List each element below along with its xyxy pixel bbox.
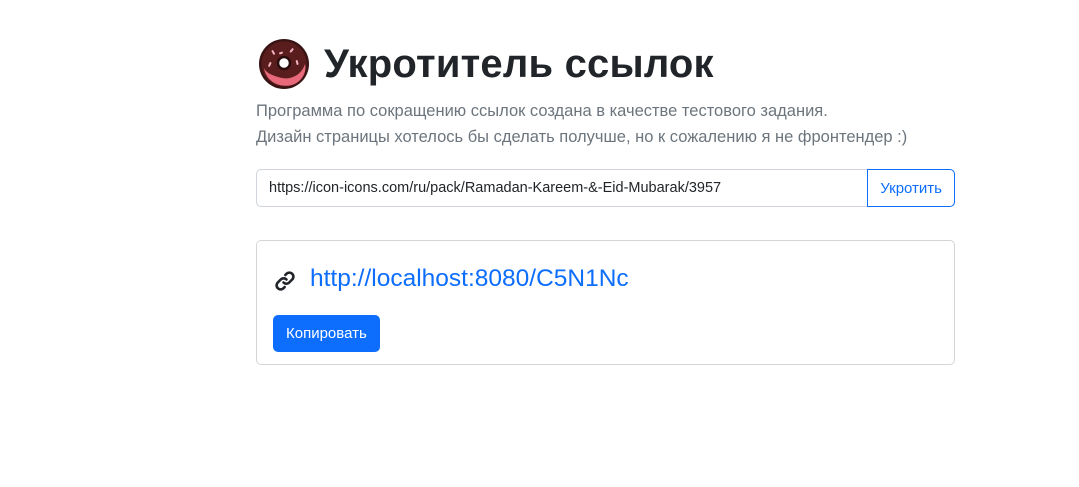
page-description: Программа по сокращению ссылок создана в…: [256, 98, 955, 150]
page-title: Укротитель ссылок: [324, 41, 714, 86]
description-line-1: Программа по сокращению ссылок создана в…: [256, 102, 828, 120]
shorten-button[interactable]: Укротить: [867, 169, 955, 207]
donut-icon: [259, 39, 309, 89]
copy-button[interactable]: Копировать: [273, 315, 380, 352]
main-container: Укротитель ссылок Программа по сокращени…: [256, 34, 955, 365]
result-card: http://localhost:8080/C5N1Nc Копировать: [256, 240, 955, 365]
short-link[interactable]: http://localhost:8080/C5N1Nc: [310, 265, 629, 293]
url-input[interactable]: [256, 169, 868, 207]
link-icon: [275, 271, 295, 291]
shorten-form: Укротить: [256, 169, 955, 207]
result-link-row: http://localhost:8080/C5N1Nc: [273, 263, 938, 295]
header: Укротитель ссылок: [256, 34, 955, 94]
description-line-2: Дизайн страницы хотелось бы сделать полу…: [256, 128, 908, 146]
